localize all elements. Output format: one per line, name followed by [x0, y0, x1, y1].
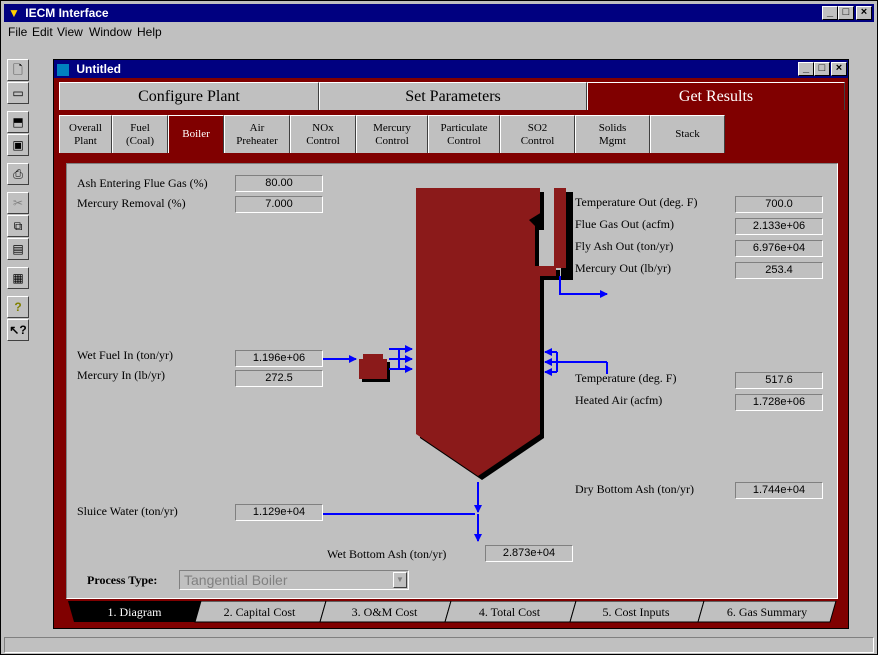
- boiler-body: [416, 188, 556, 476]
- diagram-panel: Ash Entering Flue Gas (%) 80.00 Mercury …: [66, 163, 838, 599]
- document-title: Untitled: [76, 62, 122, 76]
- tab-cost-inputs[interactable]: 5. Cost Inputs: [574, 601, 698, 623]
- temp-out-label: Temperature Out (deg. F): [575, 195, 698, 209]
- temp-out-field[interactable]: 700.0: [735, 196, 823, 213]
- doc-maximize-button[interactable]: □: [814, 62, 830, 76]
- subtab-boiler[interactable]: Boiler: [168, 115, 224, 153]
- process-type-value: Tangential Boiler: [184, 572, 288, 588]
- new-icon[interactable]: 🗋: [7, 59, 29, 81]
- ash-entering-label: Ash Entering Flue Gas (%): [77, 176, 208, 190]
- dry-bottom-ash-field[interactable]: 1.744e+04: [735, 482, 823, 499]
- subtab-fuel[interactable]: Fuel (Coal): [112, 115, 168, 153]
- menu-file[interactable]: File: [8, 23, 27, 41]
- app-icon: ▼: [8, 6, 20, 20]
- wet-fuel-in-field[interactable]: 1.196e+06: [235, 350, 323, 367]
- process-type-label: Process Type:: [87, 573, 158, 587]
- flue-outlet: [554, 188, 566, 268]
- app-window: ▼ IECM Interface _ □ × File Edit View Wi…: [0, 0, 878, 655]
- fly-ash-out-field[interactable]: 6.976e+04: [735, 240, 823, 257]
- app-title: IECM Interface: [25, 6, 109, 20]
- tab-get-results[interactable]: Get Results: [587, 82, 845, 110]
- close-button[interactable]: ×: [856, 6, 872, 20]
- temperature-label: Temperature (deg. F): [575, 371, 677, 385]
- document-titlebar[interactable]: Untitled _ □ ×: [54, 60, 848, 78]
- main-tabs: Configure Plant Set Parameters Get Resul…: [59, 82, 845, 110]
- tab-capital-cost[interactable]: 2. Capital Cost: [199, 601, 320, 623]
- flue-gas-out-field[interactable]: 2.133e+06: [735, 218, 823, 235]
- mercury-out-field[interactable]: 253.4: [735, 262, 823, 279]
- tab-gas-summary[interactable]: 6. Gas Summary: [702, 601, 832, 623]
- menu-help[interactable]: Help: [137, 23, 162, 41]
- heated-air-field[interactable]: 1.728e+06: [735, 394, 823, 411]
- temperature-field[interactable]: 517.6: [735, 372, 823, 389]
- paste-icon[interactable]: ▤: [7, 238, 29, 260]
- doc-close-button[interactable]: ×: [831, 62, 847, 76]
- status-bar: [4, 637, 874, 653]
- print-icon[interactable]: ⎙: [7, 163, 29, 185]
- mercury-removal-label: Mercury Removal (%): [77, 196, 186, 210]
- subtab-nox-control[interactable]: NOx Control: [290, 115, 356, 153]
- sluice-water-field[interactable]: 1.129e+04: [235, 504, 323, 521]
- tab-diagram[interactable]: 1. Diagram: [74, 601, 195, 623]
- copy-icon[interactable]: ⧉: [7, 215, 29, 237]
- import-icon[interactable]: ⬒: [7, 111, 29, 133]
- chevron-down-icon[interactable]: ▼: [393, 572, 407, 588]
- subtab-particulate-control[interactable]: Particulate Control: [428, 115, 500, 153]
- menu-edit[interactable]: Edit: [32, 23, 53, 41]
- sluice-water-label: Sluice Water (ton/yr): [77, 504, 178, 518]
- tab-configure-plant[interactable]: Configure Plant: [59, 82, 319, 110]
- menu-window[interactable]: Window: [89, 23, 132, 41]
- tab-set-parameters[interactable]: Set Parameters: [319, 82, 587, 110]
- fly-ash-out-label: Fly Ash Out (ton/yr): [575, 239, 674, 253]
- burner-cap: [363, 354, 383, 360]
- minimize-button[interactable]: _: [822, 6, 838, 20]
- mercury-removal-field[interactable]: 7.000: [235, 196, 323, 213]
- subtab-mercury-control[interactable]: Mercury Control: [356, 115, 428, 153]
- subtab-stack[interactable]: Stack: [650, 115, 725, 153]
- boiler-diagram: [322, 188, 608, 542]
- ash-entering-field[interactable]: 80.00: [235, 175, 323, 192]
- save-icon[interactable]: ▣: [7, 134, 29, 156]
- wet-bottom-ash-label: Wet Bottom Ash (ton/yr): [327, 547, 447, 561]
- properties-icon[interactable]: ▦: [7, 267, 29, 289]
- document-window: Untitled _ □ × Configure Plant Set Param…: [53, 59, 849, 629]
- mercury-out-label: Mercury Out (lb/yr): [575, 261, 671, 275]
- menu-bar: File Edit View Window Help: [4, 23, 874, 41]
- context-help-icon[interactable]: ↖?: [7, 319, 29, 341]
- wet-fuel-in-label: Wet Fuel In (ton/yr): [77, 348, 174, 362]
- doc-minimize-button[interactable]: _: [798, 62, 814, 76]
- burner: [359, 359, 387, 379]
- sub-tabs: Overall Plant Fuel (Coal) Boiler Air Prehea…: [59, 115, 845, 153]
- flue-gas-out-label: Flue Gas Out (acfm): [575, 217, 674, 231]
- dry-bottom-ash-label: Dry Bottom Ash (ton/yr): [575, 482, 694, 496]
- subtab-overall-plant[interactable]: Overall Plant: [59, 115, 112, 153]
- subtab-so2-control[interactable]: SO2 Control: [500, 115, 575, 153]
- tab-om-cost[interactable]: 3. O&M Cost: [324, 601, 445, 623]
- document-icon: [57, 63, 69, 76]
- tab-total-cost[interactable]: 4. Total Cost: [449, 601, 570, 623]
- app-titlebar[interactable]: ▼ IECM Interface _ □ ×: [4, 4, 874, 22]
- wet-bottom-ash-field[interactable]: 2.873e+04: [485, 545, 573, 562]
- maximize-button[interactable]: □: [838, 6, 854, 20]
- subtab-air-preheater[interactable]: Air Preheater: [224, 115, 290, 153]
- bottom-tabs: 1. Diagram 2. Capital Cost 3. O&M Cost 4…: [66, 601, 838, 623]
- subtab-solids-mgmt[interactable]: Solids Mgmt: [575, 115, 650, 153]
- process-type-select[interactable]: Tangential Boiler ▼: [179, 570, 409, 590]
- mercury-in-label: Mercury In (lb/yr): [77, 368, 165, 382]
- toolbar: 🗋 ▭ ⬒ ▣ ⎙ ✂ ⧉ ▤ ▦ ? ↖?: [1, 59, 33, 359]
- cut-icon[interactable]: ✂: [7, 192, 29, 214]
- open-icon[interactable]: ▭: [7, 82, 29, 104]
- menu-view[interactable]: View: [57, 23, 83, 41]
- heated-air-label: Heated Air (acfm): [575, 393, 663, 407]
- mercury-in-field[interactable]: 272.5: [235, 370, 323, 387]
- help-icon[interactable]: ?: [7, 296, 29, 318]
